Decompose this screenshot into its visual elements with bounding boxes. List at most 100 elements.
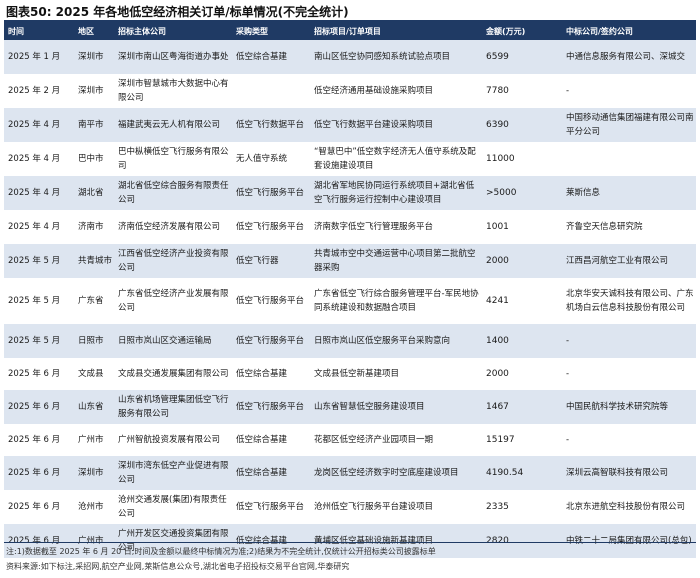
cell-project: 日照市岚山区低空服务平台采购意向 — [310, 324, 482, 358]
cell-amount: >5000 — [482, 176, 562, 210]
footer-rule — [4, 542, 696, 543]
cell-region: 广州市 — [74, 424, 114, 456]
cell-buyer: 深圳市南山区粤海街道办事处 — [114, 40, 232, 74]
cell-time: 2025 年 6 月 — [4, 424, 74, 456]
cell-winner: 莱斯信息 — [562, 176, 696, 210]
cell-winner: - — [562, 74, 696, 108]
col-header-winner: 中标公司/签约公司 — [562, 22, 696, 40]
cell-buyer: 深圳市湾东低空产业促进有限公司 — [114, 456, 232, 490]
cell-region: 深圳市 — [74, 40, 114, 74]
cell-type: 低空飞行服务平台 — [232, 490, 310, 524]
page-title: 图表50: 2025 年各地低空经济相关订单/标单情况(不完全统计) — [6, 5, 349, 19]
cell-time: 2025 年 6 月 — [4, 456, 74, 490]
cell-type: 低空综合基建 — [232, 358, 310, 390]
col-header-type: 采购类型 — [232, 22, 310, 40]
cell-amount: 11000 — [482, 142, 562, 176]
cell-project: 湖北省军地民协同运行系统项目+湖北省低空飞行服务运行控制中心建设项目 — [310, 176, 482, 210]
cell-type: 低空飞行服务平台 — [232, 324, 310, 358]
cell-buyer: 广东省低空经济产业发展有限公司 — [114, 278, 232, 324]
cell-time: 2025 年 6 月 — [4, 490, 74, 524]
cell-amount: 2000 — [482, 244, 562, 278]
table-row: 2025 年 5 月 日照市 日照市岚山区交通运输局 低空飞行服务平台 日照市岚… — [4, 324, 696, 358]
cell-amount: 1001 — [482, 210, 562, 244]
cell-type: 低空综合基建 — [232, 40, 310, 74]
cell-time: 2025 年 6 月 — [4, 390, 74, 424]
col-header-region: 地区 — [74, 22, 114, 40]
cell-project: 花都区低空经济产业园项目一期 — [310, 424, 482, 456]
cell-winner — [562, 142, 696, 176]
cell-type: 低空飞行服务平台 — [232, 390, 310, 424]
cell-type: 低空飞行数据平台 — [232, 108, 310, 142]
cell-region: 共青城市 — [74, 244, 114, 278]
cell-project: 山东省智慧低空服务建设项目 — [310, 390, 482, 424]
cell-buyer: 江西省低空经济产业投资有限公司 — [114, 244, 232, 278]
cell-region: 日照市 — [74, 324, 114, 358]
cell-project: 文成县低空新基建项目 — [310, 358, 482, 390]
table-row: 2025 年 5 月 共青城市 江西省低空经济产业投资有限公司 低空飞行器 共青… — [4, 244, 696, 278]
cell-time: 2025 年 2 月 — [4, 74, 74, 108]
cell-amount: 4190.54 — [482, 456, 562, 490]
table-row: 2025 年 6 月 文成县 文成县交通发展集团有限公司 低空综合基建 文成县低… — [4, 358, 696, 390]
cell-type: 无人值守系统 — [232, 142, 310, 176]
cell-amount: 6390 — [482, 108, 562, 142]
cell-winner: 北京东进航空科技股份有限公司 — [562, 490, 696, 524]
table-row: 2025 年 1 月 深圳市 深圳市南山区粤海街道办事处 低空综合基建 南山区低… — [4, 40, 696, 74]
cell-project: 沧州低空飞行服务平台建设项目 — [310, 490, 482, 524]
col-header-project: 招标项目/订单项目 — [310, 22, 482, 40]
cell-type: 低空综合基建 — [232, 456, 310, 490]
table-header-row: 时间 地区 招标主体公司 采购类型 招标项目/订单项目 金额(万元) 中标公司/… — [4, 22, 696, 40]
table-row: 2025 年 6 月 深圳市 深圳市湾东低空产业促进有限公司 低空综合基建 龙岗… — [4, 456, 696, 490]
cell-buyer: 广州智航投资发展有限公司 — [114, 424, 232, 456]
cell-region: 济南市 — [74, 210, 114, 244]
cell-winner: 深圳云高智联科技有限公司 — [562, 456, 696, 490]
cell-time: 2025 年 1 月 — [4, 40, 74, 74]
table-row: 2025 年 4 月 南平市 福建武夷云无人机有限公司 低空飞行数据平台 低空飞… — [4, 108, 696, 142]
cell-time: 2025 年 5 月 — [4, 278, 74, 324]
table-row: 2025 年 6 月 山东省 山东省机场管理集团低空飞行服务有限公司 低空飞行服… — [4, 390, 696, 424]
table-row: 2025 年 5 月 广东省 广东省低空经济产业发展有限公司 低空飞行服务平台 … — [4, 278, 696, 324]
cell-time: 2025 年 4 月 — [4, 108, 74, 142]
table-row: 2025 年 6 月 广州市 广州智航投资发展有限公司 低空综合基建 花都区低空… — [4, 424, 696, 456]
cell-type — [232, 74, 310, 108]
cell-type: 低空飞行器 — [232, 244, 310, 278]
cell-buyer: 济南低空经济发展有限公司 — [114, 210, 232, 244]
cell-amount: 1400 — [482, 324, 562, 358]
cell-type: 低空综合基建 — [232, 424, 310, 456]
table-row: 2025 年 6 月 沧州市 沧州交通发展(集团)有限责任公司 低空飞行服务平台… — [4, 490, 696, 524]
cell-winner: 中通信息服务有限公司、深城交 — [562, 40, 696, 74]
cell-project: 广东省低空飞行综合服务管理平台-军民地协同系统建设和数据融合项目 — [310, 278, 482, 324]
cell-time: 2025 年 5 月 — [4, 244, 74, 278]
cell-region: 沧州市 — [74, 490, 114, 524]
cell-winner: - — [562, 424, 696, 456]
cell-winner: - — [562, 324, 696, 358]
col-header-time: 时间 — [4, 22, 74, 40]
table-row: 2025 年 4 月 湖北省 湖北省低空综合服务有限责任公司 低空飞行服务平台 … — [4, 176, 696, 210]
cell-amount: 1467 — [482, 390, 562, 424]
cell-region: 湖北省 — [74, 176, 114, 210]
cell-buyer: 日照市岚山区交通运输局 — [114, 324, 232, 358]
table-row: 2025 年 2 月 深圳市 深圳市智慧城市大数据中心有限公司 低空经济通用基础… — [4, 74, 696, 108]
cell-buyer: 福建武夷云无人机有限公司 — [114, 108, 232, 142]
cell-time: 2025 年 4 月 — [4, 142, 74, 176]
cell-buyer: 沧州交通发展(集团)有限责任公司 — [114, 490, 232, 524]
cell-amount: 6599 — [482, 40, 562, 74]
cell-winner: 北京华安天诚科技有限公司、广东机场白云信息科技股份有限公司 — [562, 278, 696, 324]
cell-project: 南山区低空协同感知系统试验点项目 — [310, 40, 482, 74]
cell-amount: 4241 — [482, 278, 562, 324]
cell-winner: 中国民航科学技术研究院等 — [562, 390, 696, 424]
cell-winner: 齐鲁空天信息研究院 — [562, 210, 696, 244]
cell-winner: 中国移动通信集团福建有限公司南平分公司 — [562, 108, 696, 142]
cell-project: “智慧巴中”低空数字经济无人值守系统及配套设施建设项目 — [310, 142, 482, 176]
table-row: 2025 年 4 月 巴中市 巴中枞横低空飞行服务有限公司 无人值守系统 “智慧… — [4, 142, 696, 176]
table-row: 2025 年 4 月 济南市 济南低空经济发展有限公司 低空飞行服务平台 济南数… — [4, 210, 696, 244]
cell-buyer: 湖北省低空综合服务有限责任公司 — [114, 176, 232, 210]
cell-type: 低空飞行服务平台 — [232, 176, 310, 210]
cell-amount: 2000 — [482, 358, 562, 390]
col-header-buyer: 招标主体公司 — [114, 22, 232, 40]
cell-region: 深圳市 — [74, 456, 114, 490]
footnote: 注:1)数据截至 2025 年 6 月 20 日,时间及金额以最终中标情况为准;… — [6, 547, 436, 556]
cell-time: 2025 年 5 月 — [4, 324, 74, 358]
cell-project: 龙岗区低空经济数字时空底座建设项目 — [310, 456, 482, 490]
cell-amount: 2335 — [482, 490, 562, 524]
cell-type: 低空飞行服务平台 — [232, 278, 310, 324]
